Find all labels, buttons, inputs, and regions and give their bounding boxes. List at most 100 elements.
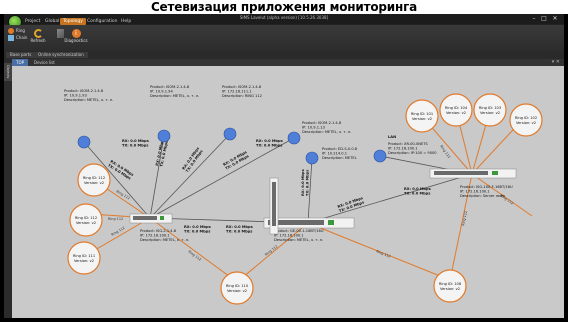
switch-left[interactable] [129,213,173,224]
lan-node[interactable] [373,149,387,163]
svg-text:TX: 0.0 Mbps: TX: 0.0 Mbps [184,230,210,234]
svg-text:Product: ED-S-0.0.8: Product: ED-S-0.0.8 [322,147,358,151]
link-label: RX: 0.0 MbpsTX: 0.0 Mbps [404,187,431,196]
device-node-n2[interactable] [157,129,171,143]
refresh-button[interactable]: Refresh [28,29,48,43]
diagnostics-button[interactable]: i Diagnostics [64,29,88,43]
document-tabs: TOP Device list ▾ ✕ [12,59,564,66]
svg-text:Version: v2: Version: v2 [84,181,104,185]
link-label: RX: 0.0 MbpsTX: 0.0 Mbps [155,139,169,167]
ring-node[interactable]: Ring ID: 101Version: v2 [405,99,439,133]
svg-text:Version: v2: Version: v2 [76,221,96,225]
svg-text:RX: 0.0 Mbps: RX: 0.0 Mbps [301,169,305,196]
svg-text:Ring ID: 102: Ring ID: 102 [515,116,537,120]
svg-text:Product: GE-00-1-16BT/16U: Product: GE-00-1-16BT/16U [274,229,324,233]
svg-text:Version: v2: Version: v2 [74,259,94,263]
svg-text:Ring ID: 103: Ring ID: 103 [479,106,501,110]
page-title-banner: Сетевизация приложения мониторинга [0,0,568,14]
close-button[interactable]: ✕ [550,14,560,23]
svg-text:Description: METEL, х. т. л.: Description: METEL, х. т. л. [150,94,199,98]
ring-node[interactable]: Ring ID: 112Version: v2 [69,203,103,237]
node-info-switch-mid: Product: GE-00-1-16BT/16UIP: 172.16.100.… [274,229,324,242]
link-mid-right[interactable] [307,173,473,224]
chain-tool-label: Chain [16,35,28,40]
ring-tool-label: Ring [16,28,25,33]
svg-text:TX: 0.0 Mbps: TX: 0.0 Mbps [306,170,310,196]
device-node-n5[interactable] [305,151,319,165]
device-node-n4[interactable] [287,131,301,145]
link-label: RX: 0.0 MbpsTX: 0.0 Mbps [223,150,250,171]
device-node-n3[interactable] [223,127,237,141]
chain-tool-button[interactable]: Chain [8,35,27,41]
ring-node[interactable]: Ring ID: 103Version: v2 [473,93,507,127]
svg-text:Ring ID: 110: Ring ID: 110 [226,284,249,288]
svg-text:Version: v2: Version: v2 [516,121,536,125]
link-label: RX: 0.0 MbpsTX: 0.0 Mbps [122,139,149,148]
ring-node[interactable]: Ring ID: 111Version: v2 [67,241,101,275]
svg-text:RX: 0.0 Mbps: RX: 0.0 Mbps [226,225,253,229]
minimize-button[interactable]: – [529,14,539,23]
objects-panel-tab[interactable]: Objects [4,63,12,81]
svg-text:Description: Server room: Description: Server room [460,194,506,198]
svg-text:Ring ID: 111: Ring ID: 111 [73,254,95,258]
svg-text:Ring ID: 104: Ring ID: 104 [445,106,468,110]
maximize-button[interactable]: □ [539,14,549,23]
menu-topology[interactable]: Topology [60,18,86,25]
svg-text:IP: 172.16.100.1: IP: 172.16.100.1 [460,190,490,194]
svg-text:Product: ISG-2.1.4.8: Product: ISG-2.1.4.8 [140,229,177,233]
ring-node[interactable]: Ring ID: 110Version: v2 [220,271,254,305]
node-info-n1: Product: ISOM-2.1.4.8IP: 10.9.1.93Descri… [64,89,113,102]
svg-text:Product: ISOM-2.1.4.8: Product: ISOM-2.1.4.8 [302,121,342,125]
tab-device-list[interactable]: Device list [30,59,59,66]
app-window: SIMS Lavelut (alpha version) [10.5.26.30… [4,14,564,318]
diagnostics-label: Diagnostics [64,38,88,43]
link-label: RX: 0.0 MbpsTX: 0.0 Mbps [226,225,253,234]
svg-text:Version: v2: Version: v2 [227,289,247,293]
link-label: RX: 0.0 MbpsTX: 0.0 Mbps [184,225,211,234]
ring-edge-label: Ring 112 [108,217,123,221]
svg-text:Version: v2: Version: v2 [446,111,466,115]
svg-text:IP: 10.9.1.93: IP: 10.9.1.93 [64,94,87,98]
node-info-n3: Product: ISOM-2.1.4.8IP: 172.16.111.1Des… [222,85,262,98]
ring-edge-label: Ring 112 [116,189,131,200]
ring-node[interactable]: Ring ID: 112Version: v2 [77,163,111,197]
svg-text:TX: 0.0 Mbps: TX: 0.0 Mbps [226,230,252,234]
tab-base-parts[interactable]: Base parts [6,52,36,58]
view-tabs: Base parts Online synchronization [4,51,564,59]
svg-text:RX: 0.0 Mbps: RX: 0.0 Mbps [256,139,283,143]
vertical-switch[interactable] [269,177,279,235]
link-label: RX: 0.0 MbpsTX: 0.0 Mbps [337,196,365,213]
link-label: RX: 0.0 MbpsTX: 0.0 Mbps [301,169,310,196]
ring-node[interactable]: Ring ID: 104Version: v2 [439,93,473,127]
svg-text:Ring ID: 112: Ring ID: 112 [83,176,105,180]
svg-text:TX: 0.0 Mbps: TX: 0.0 Mbps [256,144,282,148]
svg-text:IP: 172.16.100.1: IP: 172.16.100.1 [388,147,418,151]
svg-text:Description: METEL, х. т. л.: Description: METEL, х. т. л. [302,130,351,134]
node-info-n5: Product: ED-S-0.0.8IP: 10.214.0.1Descrip… [322,147,358,160]
tab-online-sync[interactable]: Online synchronization [34,52,88,58]
device-node-n1[interactable] [77,135,91,149]
svg-text:Product: ISOM-2.1.4.8: Product: ISOM-2.1.4.8 [150,85,190,89]
ring-tool-button[interactable]: Ring [8,28,25,34]
menu-help[interactable]: Help [118,18,134,25]
switch-right[interactable] [429,168,517,179]
ring-node[interactable]: Ring ID: 102Version: v2 [509,103,543,137]
ring-icon [8,28,14,34]
topology-canvas[interactable]: RX: 0.0 Mbps TX: 0.0 Mbps RX: 0.0 Mbps TX:… [12,66,564,318]
link-label: RX: 0.0 MbpsTX: 0.0 Mbps [256,139,283,148]
ring-edge-label: Ring 112 [439,144,451,159]
svg-text:TX: 0.0 Mbps: TX: 0.0 Mbps [404,192,430,196]
ring-edge-label: Ring 112 [461,211,468,227]
menu-configuration[interactable]: Configuration [84,18,121,25]
link-label: RX: 0.0 MbpsTX: 0.0 Mbps [107,159,134,180]
svg-text:IP: 172.16.100.1: IP: 172.16.100.1 [140,234,170,238]
menu-project[interactable]: Project [22,18,43,25]
ring-node[interactable]: Ring ID: 108Version: v2 [433,269,467,303]
svg-text:Version: v2: Version: v2 [440,287,460,291]
ring-edge-label: Ring 112 [376,249,392,258]
tab-top[interactable]: TOP [12,59,29,66]
svg-text:Version: v2: Version: v2 [480,111,500,115]
svg-text:Product: ISOM-2.1.4.8: Product: ISOM-2.1.4.8 [222,85,262,89]
panel-controls[interactable]: ▾ ✕ [552,59,560,66]
chain-icon [8,35,14,41]
